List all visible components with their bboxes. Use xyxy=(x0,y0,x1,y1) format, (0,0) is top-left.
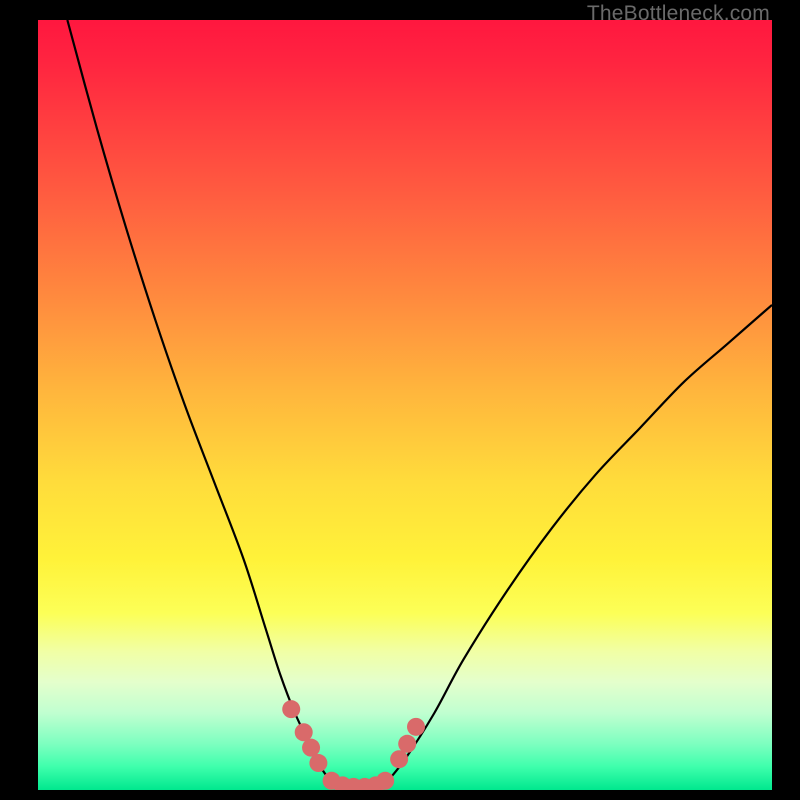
watermark-label: TheBottleneck.com xyxy=(587,2,770,26)
plot-background xyxy=(38,20,772,790)
chart-frame: TheBottleneck.com xyxy=(0,0,800,800)
